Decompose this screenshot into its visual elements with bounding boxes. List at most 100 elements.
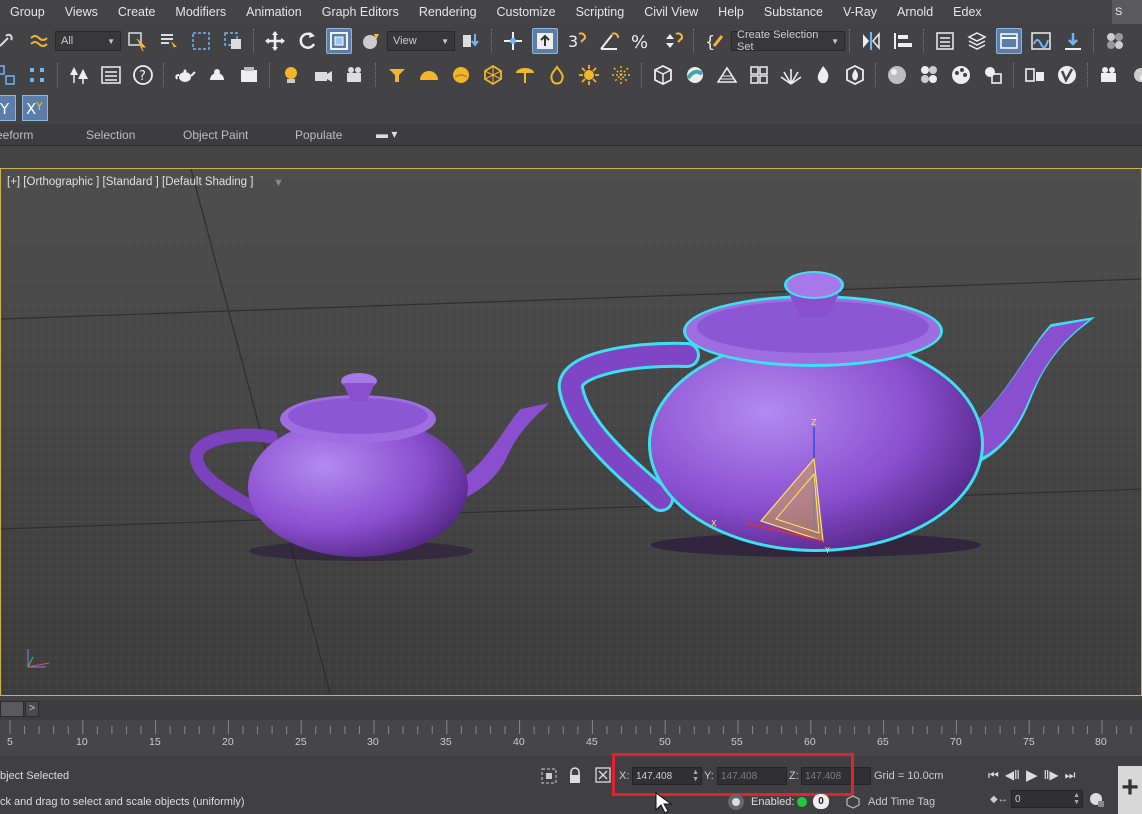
absolute-mode-transform-icon[interactable]	[595, 767, 611, 783]
rectangular-selection-icon[interactable]	[188, 28, 214, 54]
time-slider-thumb[interactable]	[0, 701, 24, 717]
material-editor-icon[interactable]	[1102, 28, 1128, 54]
vray-proxy-icon[interactable]	[650, 62, 676, 88]
add-time-tag-button[interactable]: Add Time Tag	[868, 796, 935, 808]
layer-explorer-icon[interactable]	[964, 28, 990, 54]
scene-explorer-icon[interactable]	[932, 28, 958, 54]
vray-lister-icon[interactable]	[980, 62, 1006, 88]
go-to-end-icon[interactable]: ⏭	[1065, 768, 1076, 784]
viewport-canvas[interactable]: Z X Y	[1, 169, 1142, 696]
vray-plane-light-icon[interactable]	[384, 62, 410, 88]
previous-frame-icon[interactable]: ◀Ⅱ	[1005, 768, 1020, 784]
vray-sphere-light-icon[interactable]	[448, 62, 474, 88]
menu-arnold[interactable]: Arnold	[887, 0, 943, 24]
pivot-center-icon[interactable]	[458, 28, 484, 54]
menu-civil-view[interactable]: Civil View	[634, 0, 708, 24]
menu-create[interactable]: Create	[108, 0, 166, 24]
menu-views[interactable]: Views	[55, 0, 108, 24]
vray-material-sphere-icon[interactable]	[884, 62, 910, 88]
spinner-snap-icon[interactable]	[660, 28, 686, 54]
restrict-to-xy-icon[interactable]: XY	[22, 95, 48, 121]
vray-render-camera-icon[interactable]	[1096, 62, 1122, 88]
container-icon[interactable]	[0, 62, 18, 88]
viewport-label[interactable]: [+] [Orthographic ] [Standard ] [Default…	[7, 176, 253, 188]
vray-logo-icon[interactable]	[1054, 62, 1080, 88]
vray-sun-icon[interactable]	[576, 62, 602, 88]
named-selection-dropdown[interactable]: Create Selection Set ▼	[731, 29, 845, 53]
adaptive-degradation-icon[interactable]	[727, 793, 745, 811]
time-slider[interactable]: >	[0, 700, 1142, 720]
vray-physical-camera-icon[interactable]	[342, 62, 368, 88]
go-to-start-icon[interactable]: ⏮	[988, 768, 999, 784]
tab-selection[interactable]: Selection	[86, 128, 135, 142]
isolate-selection-icon[interactable]	[540, 767, 558, 785]
vray-camera-icon[interactable]	[310, 62, 336, 88]
vray-frame-buffer-icon[interactable]	[1022, 62, 1048, 88]
angle-snap-icon[interactable]	[596, 28, 622, 54]
select-manipulate-icon[interactable]	[500, 28, 526, 54]
move-icon[interactable]	[262, 28, 288, 54]
time-slider-next-button[interactable]: >	[25, 701, 39, 717]
time-tag-icon[interactable]	[846, 795, 860, 809]
user-account-button[interactable]: S	[1112, 0, 1142, 24]
populate-trees-icon[interactable]	[66, 62, 92, 88]
track-bar[interactable]: 5 10 15 20 25 30 35 40 45 50 55 60 65 70…	[0, 720, 1142, 756]
selection-lock-icon[interactable]	[568, 767, 582, 785]
vray-ies-light-icon[interactable]	[512, 62, 538, 88]
scale-icon[interactable]	[326, 28, 352, 54]
vray-grass-icon[interactable]	[778, 62, 804, 88]
keyboard-shortcut-override-icon[interactable]	[532, 28, 558, 54]
schematic-view-icon[interactable]	[1060, 28, 1086, 54]
select-by-name-icon[interactable]	[156, 28, 182, 54]
tab-populate[interactable]: Populate	[295, 128, 342, 142]
render-production-icon[interactable]	[236, 62, 262, 88]
rendered-frame-icon[interactable]	[204, 62, 230, 88]
vray-fire-icon[interactable]	[810, 62, 836, 88]
restrict-to-y-icon[interactable]: Y	[0, 95, 16, 121]
window-crossing-icon[interactable]	[220, 28, 246, 54]
vray-fur-icon[interactable]	[746, 62, 772, 88]
vray-light-icon[interactable]	[278, 62, 304, 88]
curve-editor-icon[interactable]	[1028, 28, 1054, 54]
selection-filter-dropdown[interactable]: All ▼	[55, 31, 121, 51]
select-object-icon[interactable]	[124, 28, 150, 54]
vray-volume-icon[interactable]	[842, 62, 868, 88]
menu-substance[interactable]: Substance	[754, 0, 833, 24]
reference-coord-dropdown[interactable]: View ▼	[387, 31, 455, 51]
time-configuration-icon[interactable]	[1089, 792, 1105, 808]
help-icon[interactable]: ?	[130, 62, 156, 88]
add-button-icon[interactable]: +	[1118, 766, 1142, 814]
menu-modifiers[interactable]: Modifiers	[165, 0, 236, 24]
bind-space-warp-icon[interactable]	[26, 28, 52, 54]
percent-snap-icon[interactable]: %	[628, 28, 654, 54]
current-frame-field[interactable]: 0 ▲ ▼	[1011, 790, 1083, 808]
ribbon-options-icon[interactable]: ▬ ▾	[376, 127, 397, 141]
vray-sky-icon[interactable]	[608, 62, 634, 88]
spinner-arrows-icon[interactable]: ▲ ▼	[1073, 792, 1080, 806]
render-setup-teapot-icon[interactable]	[172, 62, 198, 88]
menu-animation[interactable]: Animation	[236, 0, 312, 24]
perspective-viewport[interactable]: Z X Y [+] [Orthographic ] [Standard ] [D…	[0, 168, 1142, 696]
vray-mesh-light-icon[interactable]	[480, 62, 506, 88]
next-frame-icon[interactable]: Ⅱ▶	[1044, 768, 1059, 784]
menu-scripting[interactable]: Scripting	[566, 0, 635, 24]
rotate-icon[interactable]	[294, 28, 320, 54]
ribbon-toggle-icon[interactable]	[996, 28, 1022, 54]
viewport-filter-icon[interactable]: ▼	[273, 177, 287, 189]
menu-vray[interactable]: V-Ray	[833, 0, 887, 24]
unlink-icon[interactable]	[0, 28, 20, 54]
menu-edex[interactable]: Edex	[943, 0, 992, 24]
edit-named-selection-icon[interactable]: {	[702, 28, 728, 54]
menu-group[interactable]: Group	[0, 0, 55, 24]
menu-graph-editors[interactable]: Graph Editors	[312, 0, 409, 24]
play-icon[interactable]: ▶	[1026, 766, 1038, 784]
list-panel-icon[interactable]	[98, 62, 124, 88]
vray-sphere-fade-icon[interactable]	[682, 62, 708, 88]
tab-object-paint[interactable]: Object Paint	[183, 128, 248, 142]
place-icon[interactable]	[358, 28, 384, 54]
menu-rendering[interactable]: Rendering	[409, 0, 487, 24]
vray-plane-icon[interactable]	[714, 62, 740, 88]
vray-render-settings-icon[interactable]	[1128, 62, 1142, 88]
menu-help[interactable]: Help	[708, 0, 754, 24]
enabled-count-badge[interactable]: 0	[813, 794, 829, 809]
